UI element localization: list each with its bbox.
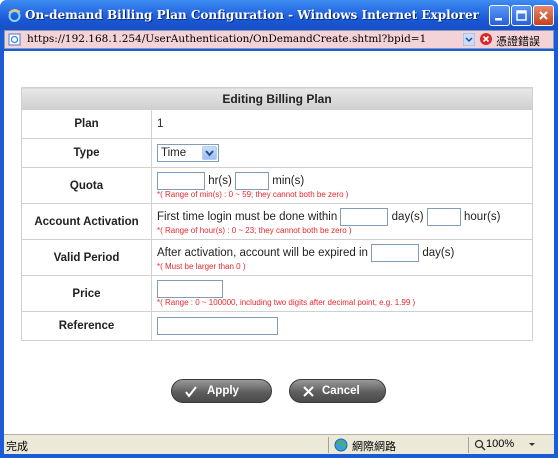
zoom-icon[interactable] bbox=[474, 439, 486, 451]
window-title: On-demand Billing Plan Configuration - W… bbox=[25, 8, 479, 22]
browser-window: On-demand Billing Plan Configuration - W… bbox=[0, 0, 558, 458]
quota-hours-unit: hr(s) bbox=[208, 175, 232, 187]
activation-hours-input[interactable] bbox=[426, 208, 461, 226]
zoom-dropdown-icon[interactable] bbox=[528, 442, 536, 448]
billing-plan-form: Editing Billing Plan Plan 1 Type Time Qu… bbox=[21, 87, 533, 341]
valid-period-days-input[interactable] bbox=[371, 244, 420, 262]
minimize-icon bbox=[495, 18, 502, 21]
valid-period-label: Valid Period bbox=[21, 239, 152, 276]
minimize-button[interactable] bbox=[489, 5, 510, 26]
activation-hint: *( Range of hour(s) : 0 ~ 23; they canno… bbox=[157, 226, 352, 235]
quota-hint: *( Range of min(s) : 0 ~ 59; they cannot… bbox=[157, 190, 349, 199]
quota-label: Quota bbox=[21, 167, 152, 204]
quota-hours-input[interactable] bbox=[157, 172, 205, 190]
status-bar: 完成 網際網路 100% bbox=[4, 434, 554, 454]
activation-days-unit: day(s) bbox=[391, 211, 424, 223]
cancel-button-label: Cancel bbox=[322, 385, 360, 397]
activation-prefix: First time login must be done within bbox=[157, 211, 338, 223]
plan-value: 1 bbox=[157, 118, 164, 130]
internet-globe-icon bbox=[334, 438, 348, 452]
page-content: Editing Billing Plan Plan 1 Type Time Qu… bbox=[4, 51, 554, 434]
type-selected-value: Time bbox=[161, 147, 187, 159]
valid-period-days-unit: day(s) bbox=[422, 247, 455, 259]
close-window-button[interactable] bbox=[533, 5, 554, 26]
certificate-error-icon[interactable] bbox=[479, 32, 493, 46]
chevron-down-icon bbox=[205, 150, 214, 157]
price-hint: *( Range : 0 ~ 100000, including two dig… bbox=[157, 298, 416, 307]
maximize-icon bbox=[516, 10, 527, 21]
activation-hours-unit: hour(s) bbox=[464, 211, 501, 223]
cancel-button[interactable]: Cancel bbox=[289, 379, 386, 403]
quota-mins-input[interactable] bbox=[235, 172, 270, 190]
close-icon bbox=[539, 11, 548, 20]
url-text[interactable]: https://192.168.1.254/UserAuthentication… bbox=[27, 33, 426, 45]
price-input[interactable] bbox=[157, 280, 223, 298]
security-zone-label: 網際網路 bbox=[352, 441, 396, 453]
activation-days-input[interactable] bbox=[340, 208, 389, 226]
reference-input[interactable] bbox=[157, 317, 278, 335]
certificate-error-label[interactable]: 憑證錯誤 bbox=[496, 33, 540, 49]
valid-period-prefix: After activation, account will be expire… bbox=[157, 247, 368, 259]
title-bar[interactable]: On-demand Billing Plan Configuration - W… bbox=[0, 0, 558, 30]
quota-mins-unit: min(s) bbox=[272, 175, 305, 187]
maximize-button[interactable] bbox=[511, 5, 532, 26]
type-select[interactable]: Time bbox=[157, 144, 219, 162]
price-label: Price bbox=[21, 275, 152, 312]
checkmark-icon bbox=[185, 386, 197, 398]
valid-period-hint: *( Must be larger than 0 ) bbox=[157, 262, 246, 271]
apply-button[interactable]: Apply bbox=[171, 379, 272, 403]
activation-label: Account Activation bbox=[21, 203, 152, 240]
type-label: Type bbox=[21, 138, 152, 168]
status-text: 完成 bbox=[6, 441, 28, 453]
status-divider bbox=[328, 437, 329, 453]
ie-logo-icon bbox=[8, 9, 21, 22]
status-divider bbox=[468, 437, 469, 453]
plan-label: Plan bbox=[21, 109, 152, 139]
apply-button-label: Apply bbox=[207, 385, 239, 397]
page-icon bbox=[8, 33, 21, 46]
zoom-level[interactable]: 100% bbox=[486, 438, 514, 450]
reference-label: Reference bbox=[21, 311, 152, 341]
address-dropdown-icon[interactable] bbox=[463, 33, 475, 46]
type-dropdown-button[interactable] bbox=[202, 146, 217, 160]
close-x-icon bbox=[303, 386, 314, 397]
form-heading: Editing Billing Plan bbox=[21, 87, 533, 110]
address-bar[interactable]: https://192.168.1.254/UserAuthentication… bbox=[4, 30, 554, 49]
